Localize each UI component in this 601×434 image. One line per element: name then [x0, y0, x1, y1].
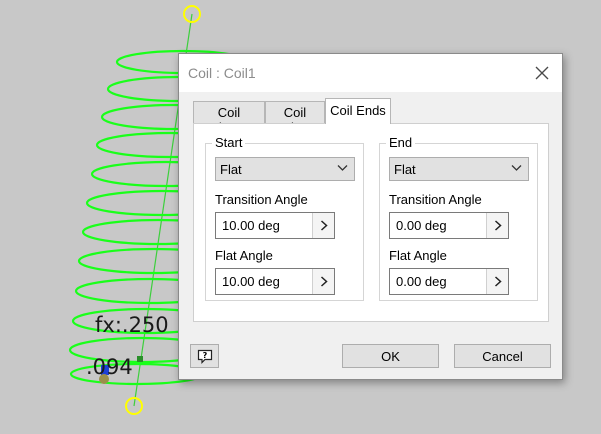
coil-dialog: Coil : Coil1 Coil Shape Coil Size Coil E… — [178, 53, 563, 380]
help-icon: ? — [197, 349, 213, 364]
close-icon — [535, 66, 549, 80]
end-flat-angle-label: Flat Angle — [389, 248, 447, 263]
axis-marker — [137, 356, 143, 362]
chevron-right-icon — [320, 220, 328, 231]
help-button[interactable]: ? — [190, 344, 219, 368]
chevron-down-icon — [511, 165, 522, 171]
start-group: Start Flat Transition Angle 10.00 deg Fl… — [205, 135, 364, 301]
start-end-type-select[interactable]: Flat — [215, 157, 355, 181]
chevron-right-icon — [494, 276, 502, 287]
tab-coil-shape[interactable]: Coil Shape — [193, 101, 265, 135]
start-group-label: Start — [212, 135, 246, 150]
start-transition-angle-label: Transition Angle — [215, 192, 308, 207]
end-transition-angle-input[interactable]: 0.00 deg — [389, 212, 509, 239]
end-group: End Flat Transition Angle 0.00 deg Flat … — [379, 135, 538, 301]
dimension-label[interactable]: fx:.250 — [95, 313, 169, 337]
cancel-button[interactable]: Cancel — [454, 344, 551, 368]
end-group-label: End — [386, 135, 416, 150]
dialog-titlebar[interactable]: Coil : Coil1 — [179, 54, 562, 92]
start-end-type-value: Flat — [220, 162, 242, 177]
end-flat-angle-menu-button[interactable] — [486, 269, 508, 294]
svg-text:?: ? — [203, 351, 208, 360]
end-transition-angle-label: Transition Angle — [389, 192, 482, 207]
coil-ends-panel: Start Flat Transition Angle 10.00 deg Fl… — [193, 123, 549, 322]
start-flat-angle-input[interactable]: 10.00 deg — [215, 268, 335, 295]
end-transition-angle-value: 0.00 deg — [396, 218, 447, 233]
start-transition-angle-menu-button[interactable] — [312, 213, 334, 238]
start-transition-angle-value: 10.00 deg — [222, 218, 280, 233]
close-button[interactable] — [532, 63, 552, 83]
dimension-value[interactable]: .094 — [86, 355, 133, 379]
ok-button[interactable]: OK — [342, 344, 439, 368]
tab-coil-size[interactable]: Coil Size — [265, 101, 325, 135]
start-flat-angle-menu-button[interactable] — [312, 269, 334, 294]
chevron-down-icon — [337, 165, 348, 171]
end-end-type-value: Flat — [394, 162, 416, 177]
chevron-right-icon — [494, 220, 502, 231]
end-flat-angle-value: 0.00 deg — [396, 274, 447, 289]
dialog-title: Coil : Coil1 — [188, 65, 256, 81]
chevron-right-icon — [320, 276, 328, 287]
end-end-type-select[interactable]: Flat — [389, 157, 529, 181]
tab-coil-ends[interactable]: Coil Ends — [325, 98, 391, 124]
start-transition-angle-input[interactable]: 10.00 deg — [215, 212, 335, 239]
start-flat-angle-label: Flat Angle — [215, 248, 273, 263]
start-flat-angle-value: 10.00 deg — [222, 274, 280, 289]
end-transition-angle-menu-button[interactable] — [486, 213, 508, 238]
end-flat-angle-input[interactable]: 0.00 deg — [389, 268, 509, 295]
